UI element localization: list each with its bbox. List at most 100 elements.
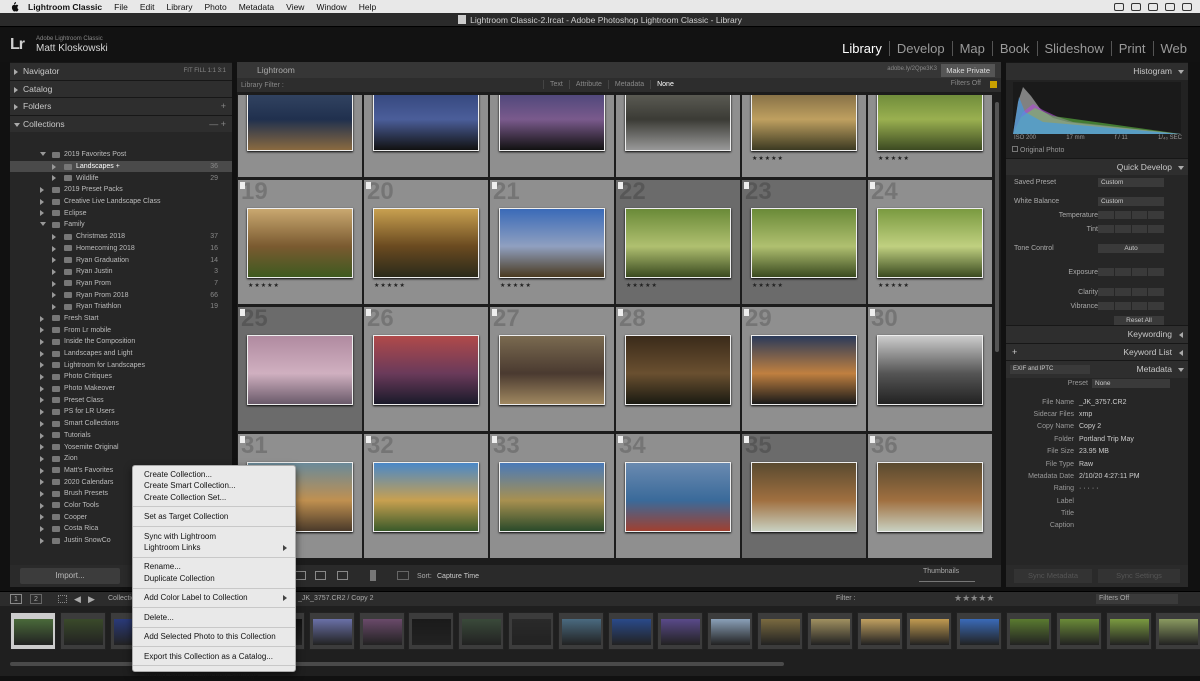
metadata-value[interactable]: · · · · ·: [1079, 485, 1098, 492]
star-rating[interactable]: ★★★★★: [878, 155, 910, 162]
flag-icon[interactable]: [618, 182, 623, 189]
grid-cell[interactable]: 24 ★★★★★: [867, 178, 993, 305]
expand-icon[interactable]: [40, 502, 44, 509]
star-rating[interactable]: ★★★★★: [752, 155, 784, 162]
star-rating[interactable]: ★★★★★: [500, 282, 532, 289]
collection-row[interactable]: Creative Live Landscape Class: [10, 196, 232, 208]
expand-icon[interactable]: [52, 268, 56, 275]
photo-thumbnail[interactable]: [499, 335, 605, 405]
expand-icon[interactable]: [40, 526, 44, 532]
filmstrip-thumb[interactable]: [1155, 612, 1200, 650]
context-menu-item[interactable]: Add Selected Photo to this Collection: [133, 631, 295, 642]
star-rating[interactable]: ★★★★★: [374, 282, 406, 289]
collection-row[interactable]: Landscapes and Light: [10, 348, 232, 360]
filmstrip-thumb[interactable]: [1105, 612, 1152, 650]
expand-icon[interactable]: [40, 490, 44, 497]
expand-icon[interactable]: [40, 362, 44, 369]
context-menu-item[interactable]: Export this Collection as a Catalog...: [133, 651, 295, 662]
context-menu-item[interactable]: Create Smart Collection...: [133, 480, 295, 491]
collapse-icon[interactable]: [40, 152, 46, 156]
sort-direction-icon[interactable]: [397, 571, 409, 580]
module-print[interactable]: Print: [1110, 41, 1153, 56]
grid-cell[interactable]: 29: [741, 305, 867, 432]
context-menu-item[interactable]: Sync with Lightroom: [133, 531, 295, 542]
filmstrip-thumb[interactable]: [408, 612, 455, 650]
photo-thumbnail[interactable]: [751, 208, 857, 278]
keyword-list-header[interactable]: + Keyword List: [1006, 342, 1188, 360]
grid-cell[interactable]: [363, 95, 489, 178]
expand-icon[interactable]: [52, 280, 56, 287]
menu-photo[interactable]: Photo: [205, 2, 227, 12]
module-book[interactable]: Book: [991, 41, 1037, 56]
collection-row[interactable]: 2019 Favorites Post: [10, 149, 232, 161]
collection-row[interactable]: Ryan Prom 7: [10, 278, 232, 290]
filmstrip-thumb[interactable]: [607, 612, 654, 650]
filmstrip-thumb[interactable]: [308, 612, 355, 650]
context-menu-item[interactable]: Set as Target Collection: [133, 511, 295, 522]
star-rating[interactable]: ★★★★★: [626, 282, 658, 289]
photo-thumbnail[interactable]: [751, 95, 857, 151]
saved-preset-select[interactable]: Custom: [1098, 177, 1164, 187]
filter-tab-attribute[interactable]: Attribute: [568, 80, 608, 89]
cloud-icon[interactable]: [1114, 2, 1124, 11]
share-url[interactable]: adobe.ly/2Qpe3K3: [887, 66, 937, 72]
grid-cell[interactable]: 19 ★★★★★: [237, 178, 363, 305]
expand-icon[interactable]: [52, 163, 56, 170]
expand-icon[interactable]: [40, 455, 44, 462]
sync-settings-button[interactable]: Sync Settings: [1098, 569, 1180, 583]
expand-icon[interactable]: [40, 467, 44, 474]
menu-edit[interactable]: Edit: [140, 2, 155, 12]
photo-thumbnail[interactable]: [499, 95, 605, 151]
filters-off-select[interactable]: Filters Off: [1096, 594, 1178, 604]
context-menu-item[interactable]: Duplicate Collection: [133, 573, 295, 584]
expand-icon[interactable]: [40, 350, 44, 357]
collection-row[interactable]: Family: [10, 219, 232, 231]
auto-button[interactable]: Auto: [1098, 243, 1164, 253]
temperature-buttons[interactable]: [1098, 211, 1164, 219]
flag-icon[interactable]: [870, 309, 875, 316]
grid-cell[interactable]: [615, 95, 741, 178]
photo-thumbnail[interactable]: [373, 462, 479, 532]
reset-all-button[interactable]: Reset All: [1114, 315, 1164, 325]
grid-cell[interactable]: 34: [615, 432, 741, 559]
collection-row[interactable]: Inside the Composition: [10, 336, 232, 348]
make-private-button[interactable]: Make Private: [941, 64, 995, 77]
expand-icon[interactable]: [40, 537, 44, 544]
context-menu-item[interactable]: Create Collection...: [133, 469, 295, 480]
photo-thumbnail[interactable]: [877, 95, 983, 151]
photo-thumbnail[interactable]: [751, 462, 857, 532]
filmstrip-thumb[interactable]: [856, 612, 903, 650]
rating-filter[interactable]: ★★★★★: [954, 593, 994, 604]
collection-row[interactable]: Landscapes + 36: [10, 160, 232, 173]
exposure-buttons[interactable]: [1098, 268, 1164, 276]
add-remove-icon[interactable]: — +: [209, 119, 226, 129]
expand-icon[interactable]: [40, 198, 44, 205]
photo-thumbnail[interactable]: [625, 95, 731, 151]
module-web[interactable]: Web: [1152, 41, 1195, 56]
expand-icon[interactable]: [52, 303, 56, 310]
expand-icon[interactable]: [40, 444, 44, 451]
filmstrip-thumb[interactable]: [806, 612, 853, 650]
metadata-header[interactable]: EXIF and IPTC Metadata: [1006, 360, 1188, 378]
navigator-header[interactable]: Navigator FIT FILL 1:1 3:1: [10, 62, 232, 80]
wifi-icon[interactable]: [1148, 2, 1158, 11]
expand-icon[interactable]: [40, 315, 44, 322]
grid-cell[interactable]: 20 ★★★★★: [363, 178, 489, 305]
module-map[interactable]: Map: [951, 41, 992, 56]
collapse-icon[interactable]: [40, 222, 46, 227]
photo-thumbnail[interactable]: [373, 335, 479, 405]
menu-help[interactable]: Help: [359, 2, 376, 12]
context-menu-item[interactable]: Lightroom Links: [133, 542, 295, 553]
collection-row[interactable]: Zion: [10, 453, 232, 465]
flag-icon[interactable]: [492, 182, 497, 189]
filmstrip-thumb[interactable]: [707, 612, 754, 650]
menu-window[interactable]: Window: [316, 2, 346, 12]
grid-cell[interactable]: 35: [741, 432, 867, 559]
filter-tab-none[interactable]: None: [650, 80, 680, 89]
flag-icon[interactable]: [618, 309, 623, 316]
checkbox-icon[interactable]: [1012, 145, 1018, 152]
filters-off-select[interactable]: Filters Off: [951, 80, 981, 87]
filmstrip-thumb[interactable]: [757, 612, 803, 650]
flag-icon[interactable]: [366, 182, 371, 189]
add-keyword-icon[interactable]: +: [1012, 347, 1017, 357]
